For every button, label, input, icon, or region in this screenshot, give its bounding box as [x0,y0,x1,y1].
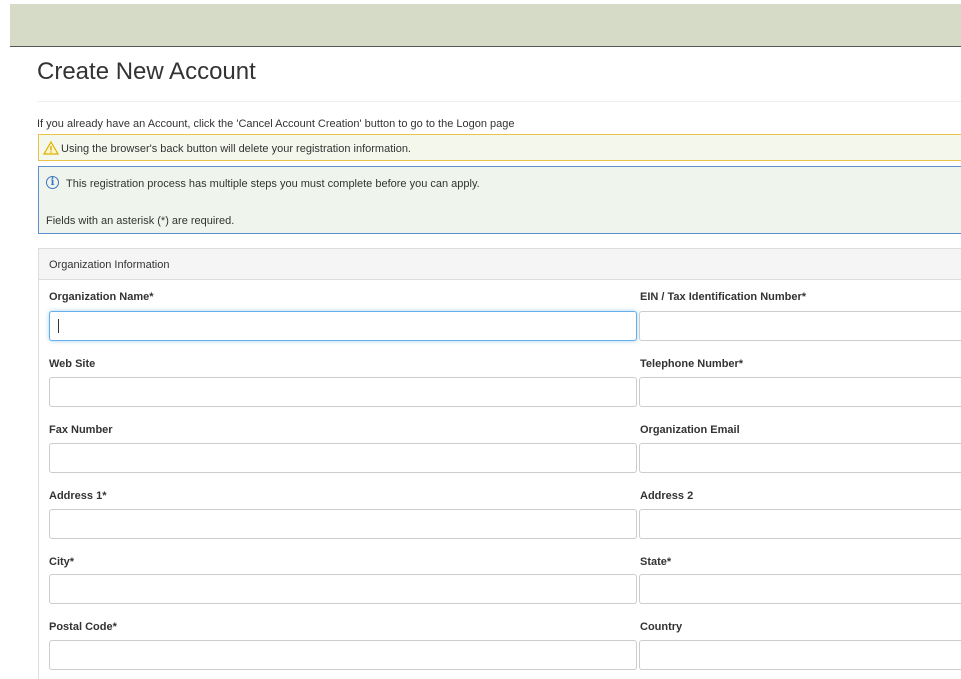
state-input[interactable] [639,574,961,604]
postal-code-label: Postal Code* [49,621,117,633]
address1-label: Address 1* [49,490,107,502]
country-label: Country [640,621,683,633]
web-site-input[interactable] [49,377,637,407]
ein-label: EIN / Tax Identification Number* [640,291,807,303]
top-header-bar [10,4,961,47]
fax-input[interactable] [49,443,637,473]
info-text: This registration process has multiple s… [66,178,480,190]
city-input[interactable] [49,574,637,604]
warning-alert: Using the browser's back button will del… [38,134,961,161]
warning-text: Using the browser's back button will del… [61,143,411,155]
organization-information-panel: Organization Information Organization Na… [38,248,961,679]
telephone-label: Telephone Number* [640,358,744,370]
country-input[interactable] [639,640,961,670]
info-alert: i This registration process has multiple… [38,166,961,234]
fax-label: Fax Number [49,424,113,436]
address1-input[interactable] [49,509,637,539]
organization-name-label: Organization Name* [49,291,154,303]
title-divider [37,101,961,102]
info-circle-icon: i [46,176,59,189]
address2-label: Address 2 [640,490,694,502]
existing-account-note: If you already have an Account, click th… [37,118,515,130]
page-title: Create New Account [37,58,256,85]
panel-title: Organization Information [49,259,170,271]
organization-name-input[interactable] [49,311,637,341]
organization-email-input[interactable] [639,443,961,473]
ein-input[interactable] [639,311,961,341]
address2-input[interactable] [639,509,961,539]
warning-triangle-icon [43,141,59,155]
web-site-label: Web Site [49,358,96,370]
panel-header: Organization Information [39,249,961,280]
telephone-input[interactable] [639,377,961,407]
state-label: State* [640,556,672,568]
postal-code-input[interactable] [49,640,637,670]
required-fields-note: Fields with an asterisk (*) are required… [46,215,235,227]
organization-email-label: Organization Email [640,424,740,436]
text-cursor [58,319,59,333]
city-label: City* [49,556,75,568]
